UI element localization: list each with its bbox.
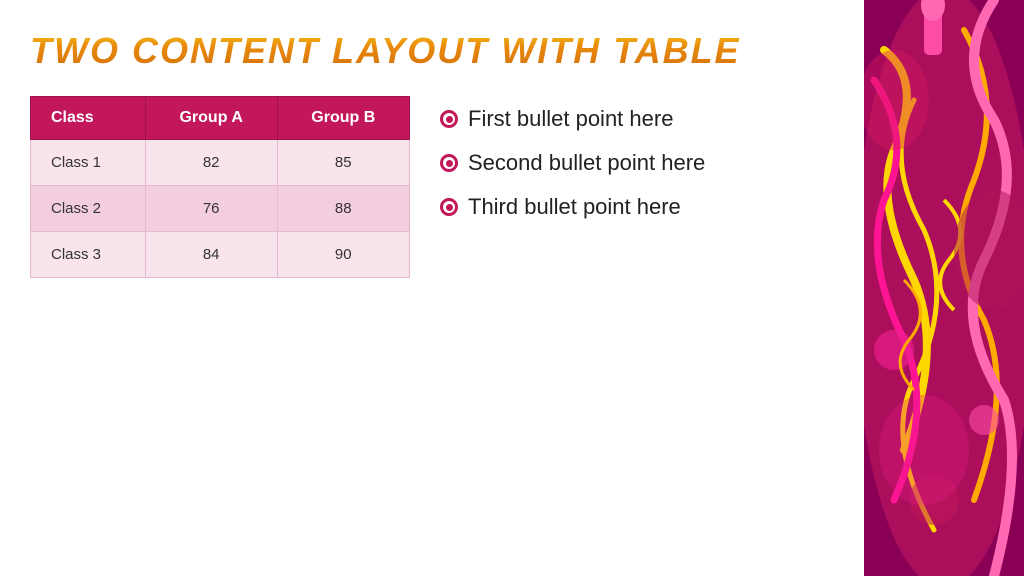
data-table: Class Group A Group B Class 18285Class 2… — [30, 96, 410, 278]
row-value: 76 — [145, 186, 277, 232]
col-header-group-a: Group A — [145, 97, 277, 140]
row-class-label: Class 2 — [31, 186, 146, 232]
bullet-item: Second bullet point here — [440, 150, 834, 176]
bullet-item: First bullet point here — [440, 106, 834, 132]
bullet-item: Third bullet point here — [440, 194, 834, 220]
bullet-dot-icon — [440, 154, 458, 172]
row-value: 84 — [145, 232, 277, 278]
table-row: Class 27688 — [31, 186, 410, 232]
row-value: 90 — [277, 232, 409, 278]
bullet-section: First bullet point here Second bullet poi… — [440, 96, 834, 556]
page-title: Two Content Layout with Table — [30, 30, 834, 72]
bullet-text: Third bullet point here — [468, 194, 681, 220]
table-row: Class 18285 — [31, 140, 410, 186]
row-class-label: Class 3 — [31, 232, 146, 278]
col-header-class: Class — [31, 97, 146, 140]
table-header-row: Class Group A Group B — [31, 97, 410, 140]
table-row: Class 38490 — [31, 232, 410, 278]
row-value: 85 — [277, 140, 409, 186]
row-class-label: Class 1 — [31, 140, 146, 186]
table-section: Class Group A Group B Class 18285Class 2… — [30, 96, 410, 556]
col-header-group-b: Group B — [277, 97, 409, 140]
photo-panel — [864, 0, 1024, 576]
bullet-text: Second bullet point here — [468, 150, 705, 176]
bullet-text: First bullet point here — [468, 106, 673, 132]
row-value: 82 — [145, 140, 277, 186]
content-area: Class Group A Group B Class 18285Class 2… — [30, 96, 834, 556]
bullet-dot-icon — [440, 110, 458, 128]
main-content: Two Content Layout with Table Class Grou… — [0, 0, 864, 576]
row-value: 88 — [277, 186, 409, 232]
bullet-dot-icon — [440, 198, 458, 216]
